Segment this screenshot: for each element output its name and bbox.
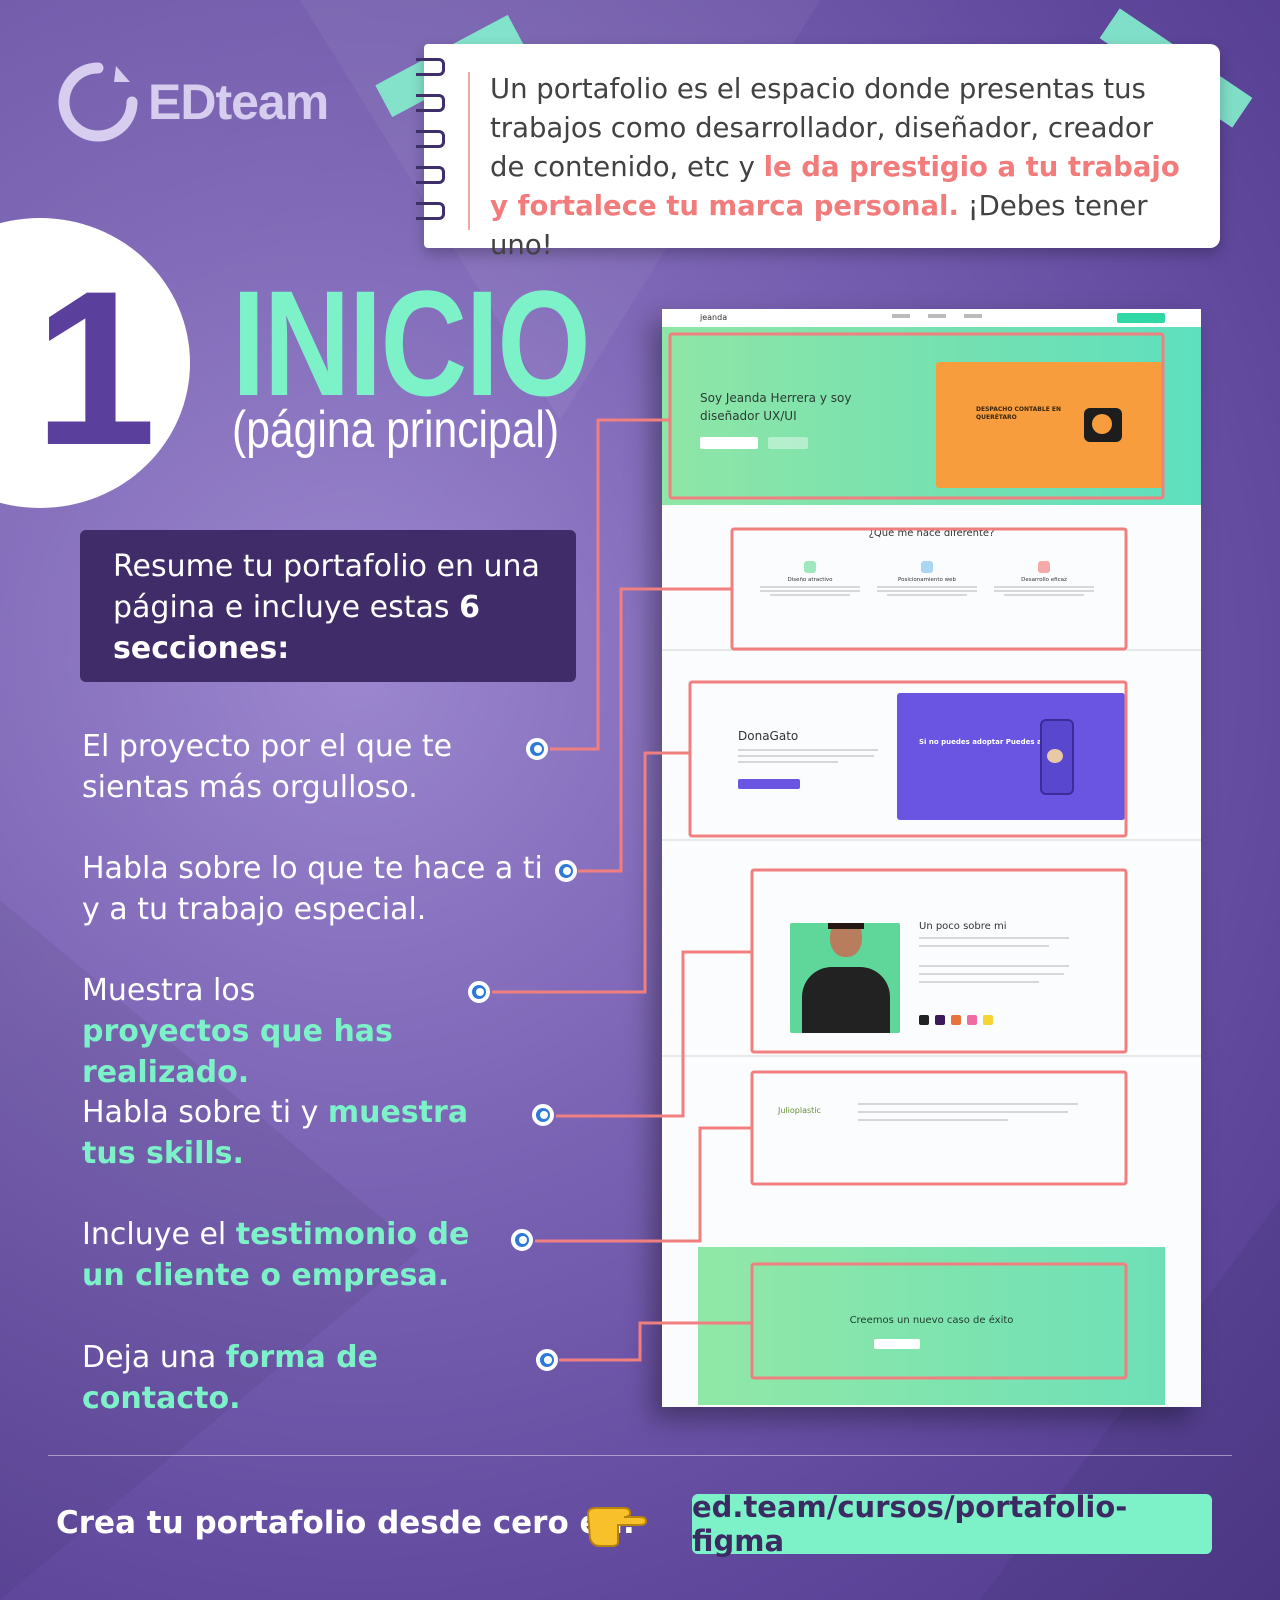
bullet-dot-icon — [532, 1104, 554, 1126]
text-line — [919, 945, 1049, 947]
edteam-logo: EDteam — [56, 60, 329, 144]
text-line — [858, 1119, 1008, 1121]
bullet-dot-icon — [511, 1229, 533, 1251]
divider — [662, 839, 1201, 841]
mockup-nav-links — [892, 314, 982, 318]
mockup-photo — [790, 923, 900, 1033]
mockup-project-button — [738, 779, 800, 789]
mockup-feature-label: Desarrollo eficaz — [1021, 577, 1067, 583]
mockup-project-title: DonaGato — [738, 729, 799, 743]
text-line — [919, 937, 1069, 939]
mockup-feature-label: Diseño atractivo — [787, 577, 833, 583]
mockup-hero-card-title: DESPACHO CONTABLE EN QUERÉTARO — [976, 406, 1062, 421]
spiral-ring — [416, 202, 445, 220]
divider — [662, 1055, 1201, 1057]
bullet-dot-icon — [468, 981, 490, 1003]
spiral-ring — [416, 94, 445, 112]
mockup-hero-card-logo — [1084, 408, 1122, 442]
list-item-text: Habla sobre ti y — [82, 1095, 328, 1130]
course-link[interactable]: ed.team/cursos/portafolio-figma — [692, 1490, 1212, 1558]
mockup-hero-text: Soy Jeanda Herrera y soy diseñador UX/UI — [700, 391, 852, 423]
mockup-hero-link — [768, 437, 808, 449]
mockup-feature: Diseño atractivo — [760, 561, 860, 598]
pointing-hand-icon — [584, 1498, 648, 1552]
text-line — [919, 973, 1064, 975]
list-item-highlight: proyectos que has realizado. — [82, 1014, 393, 1090]
spiral-ring — [416, 130, 445, 148]
spiral-ring — [416, 166, 445, 184]
mockup-testimonial-logo: Julioplastic — [778, 1106, 821, 1115]
list-item-text: El proyecto por el que te sientas más or… — [82, 729, 453, 805]
list-item-contact: Deja una forma de contacto. — [82, 1337, 542, 1419]
mockup-navbar: jeanda — [662, 309, 1201, 328]
portfolio-mockup: jeanda Soy Jeanda Herrera y soy diseñado… — [662, 309, 1201, 1407]
mockup-hero: Soy Jeanda Herrera y soy diseñador UX/UI… — [662, 327, 1201, 505]
list-item-text: Deja una — [82, 1340, 226, 1375]
mockup-skills — [919, 1015, 993, 1025]
section-title: INICIO — [232, 259, 591, 427]
section-number: 1 — [34, 245, 157, 491]
list-item-text: Muestra los — [82, 973, 256, 1008]
mockup-cta-button — [874, 1339, 920, 1349]
list-item-text: Incluye el — [82, 1217, 236, 1252]
spiral-ring — [416, 58, 445, 76]
section-subtitle: (página principal) — [232, 401, 560, 459]
logo-text: EDteam — [148, 74, 329, 130]
intro-text: Un portafolio es el espacio donde presen… — [490, 70, 1194, 265]
divider — [662, 649, 1201, 651]
mockup-project-card: Si no puedes adoptar Puedes ayudar — [897, 693, 1125, 820]
text-line — [738, 755, 874, 757]
mockup-nav-cta — [1117, 313, 1165, 323]
text-line — [919, 981, 1039, 983]
mockup-feature-label: Posicionamiento web — [897, 577, 957, 583]
cat-icon — [1047, 749, 1063, 763]
mockup-feature: Posicionamiento web — [877, 561, 977, 598]
mockup-hero-card: DESPACHO CONTABLE EN QUERÉTARO — [936, 362, 1163, 488]
intro-note: Un portafolio es el espacio donde presen… — [416, 44, 1220, 261]
text-line — [738, 749, 878, 751]
footer-divider — [48, 1455, 1232, 1456]
text-line — [858, 1111, 1068, 1113]
mockup-features-heading: ¿Qué me hace diferente? — [868, 528, 995, 539]
bullet-dot-icon — [526, 738, 548, 760]
person-body — [802, 967, 890, 1033]
text-line — [738, 761, 838, 763]
summary-box: Resume tu portafolio en una página e inc… — [80, 530, 576, 682]
bullet-dot-icon — [536, 1349, 558, 1371]
person-hair — [828, 923, 864, 929]
list-item-differentiators: Habla sobre lo que te hace a ti y a tu t… — [82, 848, 552, 930]
footer-text: Crea tu portafolio desde cero en: — [56, 1505, 636, 1541]
list-item-text: Habla sobre lo que te hace a ti y a tu t… — [82, 851, 543, 927]
mockup-brand: jeanda — [700, 313, 728, 322]
mockup-about-title: Un poco sobre mi — [919, 921, 1007, 932]
text-line — [858, 1103, 1078, 1105]
logo-ring-icon — [56, 60, 140, 144]
text-line — [919, 965, 1069, 967]
mockup-feature: Desarrollo eficaz — [994, 561, 1094, 598]
mockup-cta-title: Creemos un nuevo caso de éxito — [849, 1315, 1014, 1326]
mockup-hero-button — [700, 437, 758, 449]
list-item-projects: Muestra los proyectos que has realizado. — [82, 970, 432, 1093]
list-item-featured-project: El proyecto por el que te sientas más or… — [82, 726, 502, 808]
mockup-cta-block: Creemos un nuevo caso de éxito — [698, 1247, 1165, 1405]
bullet-dot-icon — [555, 860, 577, 882]
list-item-testimonial: Incluye el testimonio de un cliente o em… — [82, 1214, 512, 1296]
infographic: EDteam Un portafolio es el espacio donde… — [0, 0, 1280, 1600]
note-margin-line — [468, 72, 470, 230]
list-item-about: Habla sobre ti y muestra tus skills. — [82, 1092, 522, 1174]
